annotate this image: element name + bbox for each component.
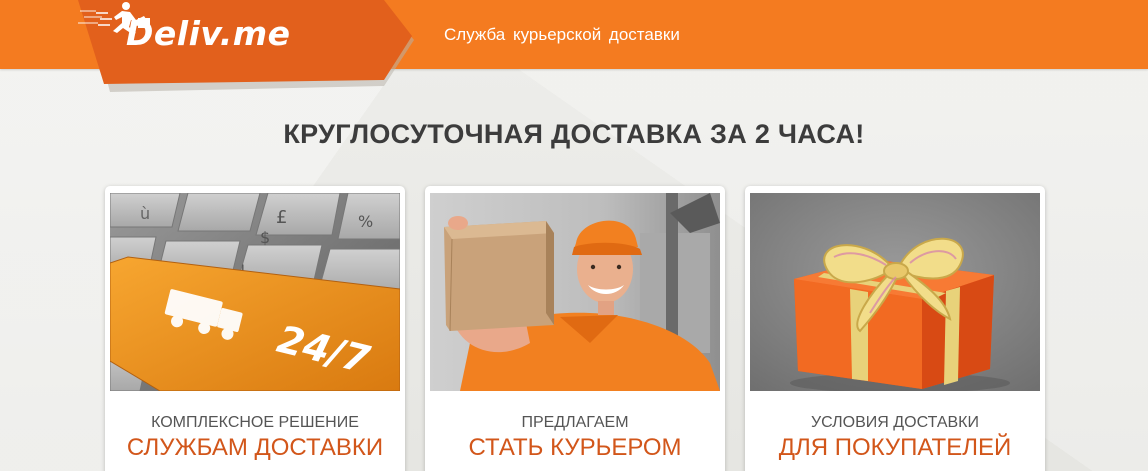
card-customer-terms[interactable]: УСЛОВИЯ ДОСТАВКИ ДЛЯ ПОКУПАТЕЛЕЙ [745,186,1045,471]
courier-runner-icon [78,2,150,34]
card-caption-link[interactable]: ДЛЯ ПОКУПАТЕЛЕЙ [745,434,1045,462]
gift-box-image [750,193,1040,391]
card-caption-top: ПРЕДЛАГАЕМ [521,414,629,431]
svg-text:$: $ [260,228,270,247]
card-caption-top: КОМПЛЕКСНОЕ РЕШЕНИЕ [151,414,359,431]
card-delivery-services[interactable]: ù £ $ % ! 24/7 КОМПЛЕКСНОЕ РЕШЕНИЕ СЛУЖБ… [105,186,405,471]
svg-text:ù: ù [140,204,150,223]
keyboard-24-7-image: ù £ $ % ! 24/7 [110,193,400,391]
card-caption-link[interactable]: СЛУЖБАМ ДОСТАВКИ [105,434,405,462]
header-tagline: Служба курьерской доставки [444,25,680,44]
page-headline: КРУГЛОСУТОЧНАЯ ДОСТАВКА ЗА 2 ЧАСА! [283,119,865,149]
svg-text:%: % [358,212,373,231]
card-caption-link[interactable]: СТАТЬ КУРЬЕРОМ [425,434,725,462]
courier-with-box-image [430,193,720,391]
svg-text:£: £ [276,207,287,228]
site-header: Deliv.me Служба курьерской доставки [0,0,1148,92]
logo-link[interactable]: Deliv.me [78,0,414,92]
card-caption-top: УСЛОВИЯ ДОСТАВКИ [810,414,979,431]
card-become-courier[interactable]: ПРЕДЛАГАЕМ СТАТЬ КУРЬЕРОМ [425,186,725,471]
